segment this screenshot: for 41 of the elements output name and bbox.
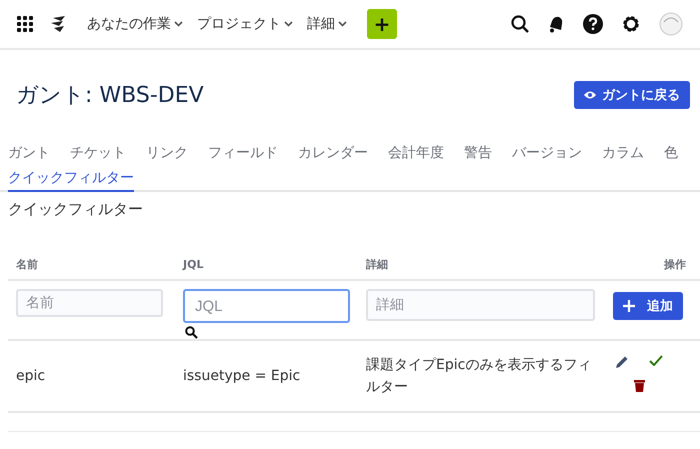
tab[interactable]: ガント (8, 140, 50, 167)
trash-icon[interactable] (634, 379, 644, 392)
create-button[interactable]: + (367, 9, 397, 39)
help-icon[interactable] (583, 14, 603, 34)
plus-icon (623, 300, 635, 312)
search-icon[interactable] (511, 15, 529, 33)
tab[interactable]: 警告 (464, 140, 492, 167)
tab[interactable]: リンク (146, 140, 188, 167)
tab[interactable]: カラム (602, 140, 644, 167)
page-title: ガント: WBS-DEV (16, 82, 204, 110)
check-icon[interactable] (649, 355, 663, 366)
nav-menu[interactable]: 詳細 (307, 15, 347, 33)
tab[interactable]: バージョン (512, 140, 582, 167)
column-header: 操作 (662, 256, 687, 272)
tab[interactable]: カレンダー (298, 140, 368, 167)
chevron-down-icon (174, 21, 183, 27)
chevron-down-icon (338, 21, 347, 27)
nav-menu[interactable]: プロジェクト (197, 15, 293, 33)
add-button[interactable]: 追加 (613, 292, 683, 320)
table-cell-text: 課題タイプEpicのみを表示するフィルター (365, 356, 592, 397)
search-icon[interactable] (185, 326, 198, 339)
chevron-down-icon (284, 21, 293, 27)
tab[interactable]: クイックフィルター (8, 165, 134, 192)
column-header: 名前 (15, 256, 39, 272)
tab[interactable]: チケット (70, 140, 126, 167)
input-field[interactable]: JQL (183, 289, 350, 323)
table-cell-text: issuetype = Epic (182, 368, 302, 384)
tab[interactable]: フィールド (208, 140, 278, 167)
app-grid-icon[interactable] (17, 16, 33, 32)
settings-icon[interactable] (621, 14, 641, 34)
tab[interactable]: 会計年度 (388, 140, 444, 167)
tab[interactable]: 色 (664, 140, 678, 167)
nav-menu[interactable]: あなたの作業 (87, 15, 183, 33)
edit-icon[interactable] (615, 355, 629, 369)
section-title: クイックフィルター (8, 200, 144, 219)
eye-icon (584, 90, 596, 100)
table-cell-text: epic (15, 368, 46, 384)
column-header: JQL (181, 258, 204, 270)
back-button[interactable]: ガントに戻る (574, 81, 690, 109)
column-header: 詳細 (364, 256, 389, 272)
bell-icon[interactable] (547, 15, 565, 33)
